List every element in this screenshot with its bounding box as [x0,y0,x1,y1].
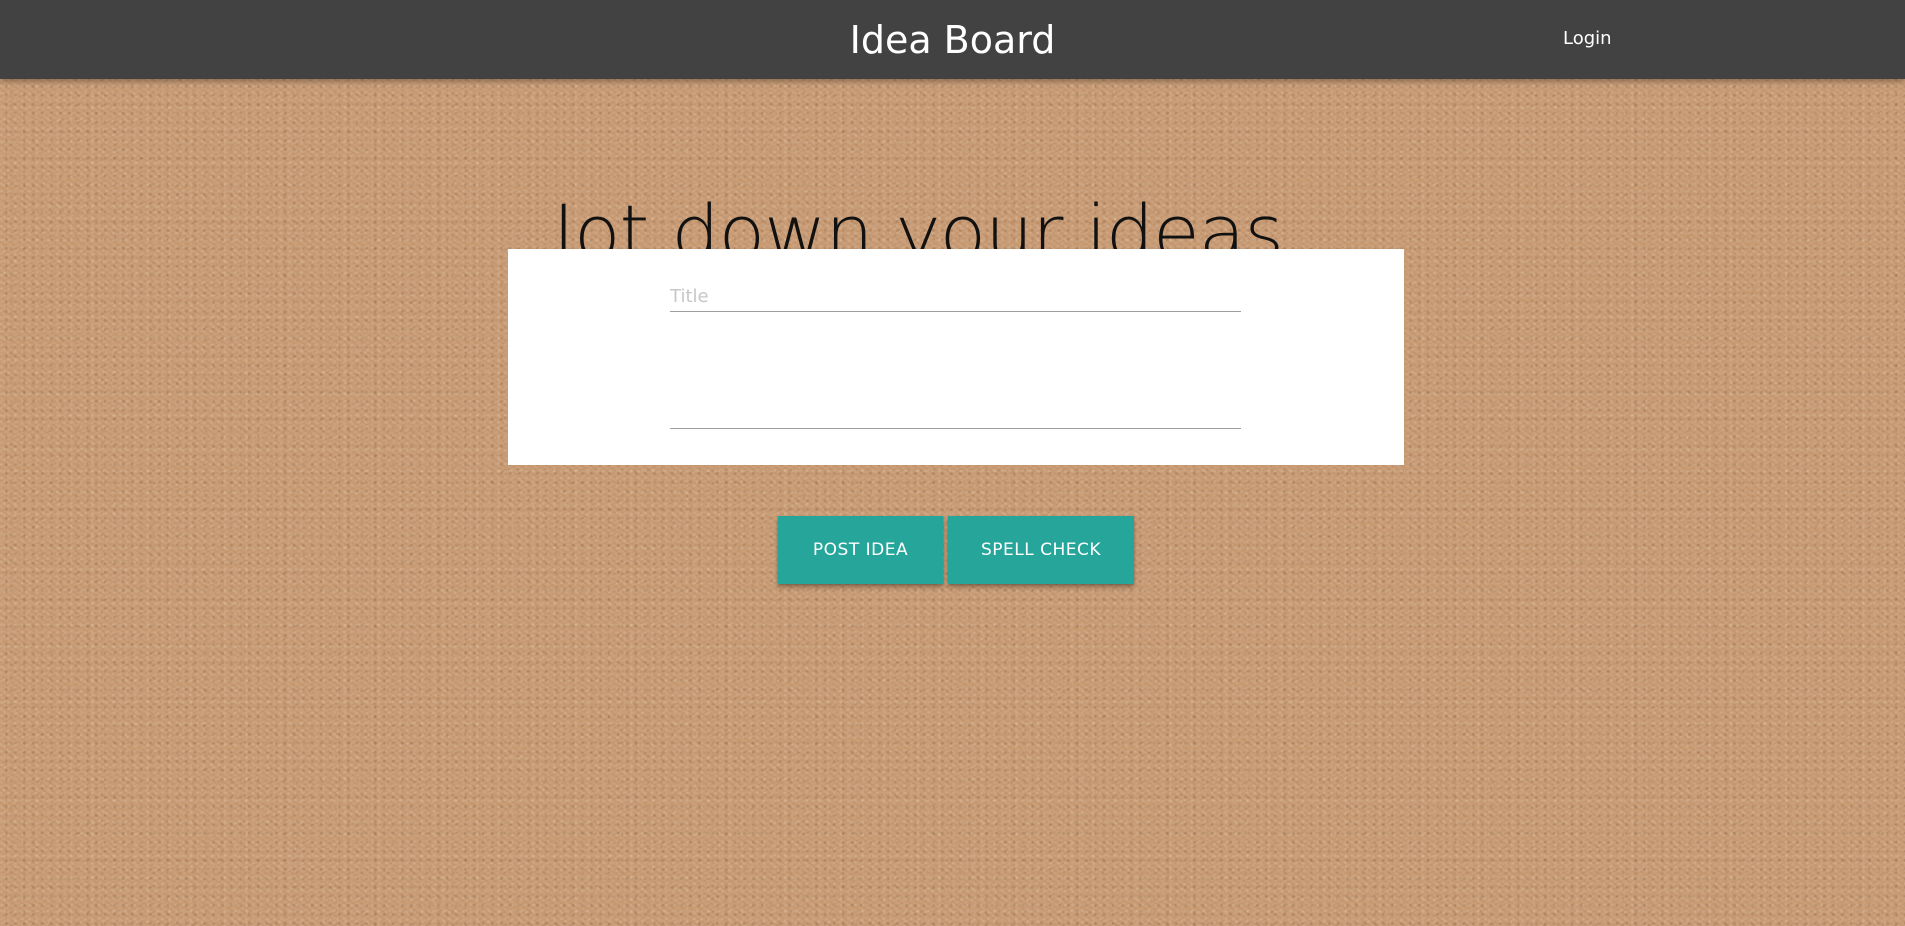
title-input[interactable] [670,281,1241,312]
login-link[interactable]: Login [1563,28,1612,50]
post-idea-button[interactable]: POST IDEA [778,516,943,584]
idea-body-textarea[interactable] [670,343,1241,429]
top-nav-bar: Idea Board Login [0,0,1905,79]
idea-form-card [508,249,1404,465]
app-title: Idea Board [849,18,1056,62]
spell-check-button[interactable]: SPELL CHECK [948,516,1134,584]
